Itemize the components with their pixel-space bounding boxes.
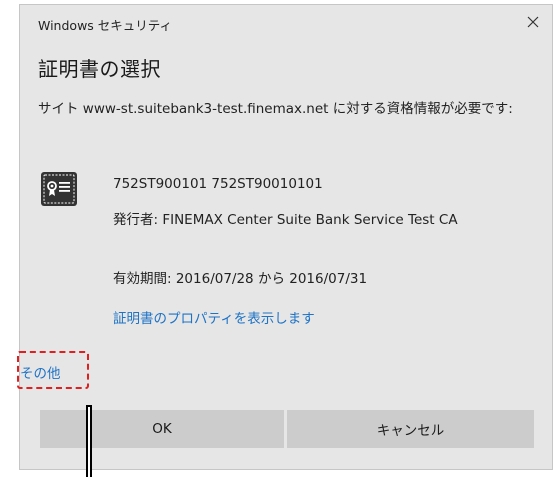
- window-title: Windows セキュリティ: [38, 18, 173, 33]
- certificate-issuer: 発行者: FINEMAX Center Suite Bank Service T…: [113, 212, 458, 228]
- certificate-icon: [41, 172, 77, 206]
- close-button[interactable]: [522, 11, 544, 33]
- cancel-button[interactable]: キャンセル: [287, 410, 534, 448]
- credential-message: サイト www-st.suitebank3-test.finemax.net に…: [38, 101, 513, 117]
- annotation-pointer: [86, 405, 92, 477]
- close-icon: [527, 16, 539, 28]
- certificate-validity: 有効期間: 2016/07/28 から 2016/07/31: [113, 271, 368, 287]
- certificate-name[interactable]: 752ST900101 752ST90010101: [113, 176, 323, 192]
- view-certificate-properties-link[interactable]: 証明書のプロパティを表示します: [113, 307, 315, 327]
- windows-security-dialog: Windows セキュリティ 証明書の選択 サイト www-st.suiteba…: [17, 4, 553, 477]
- dialog-heading: 証明書の選択: [38, 57, 161, 81]
- ok-button[interactable]: OK: [40, 410, 284, 448]
- more-choices-link[interactable]: その他: [20, 362, 61, 382]
